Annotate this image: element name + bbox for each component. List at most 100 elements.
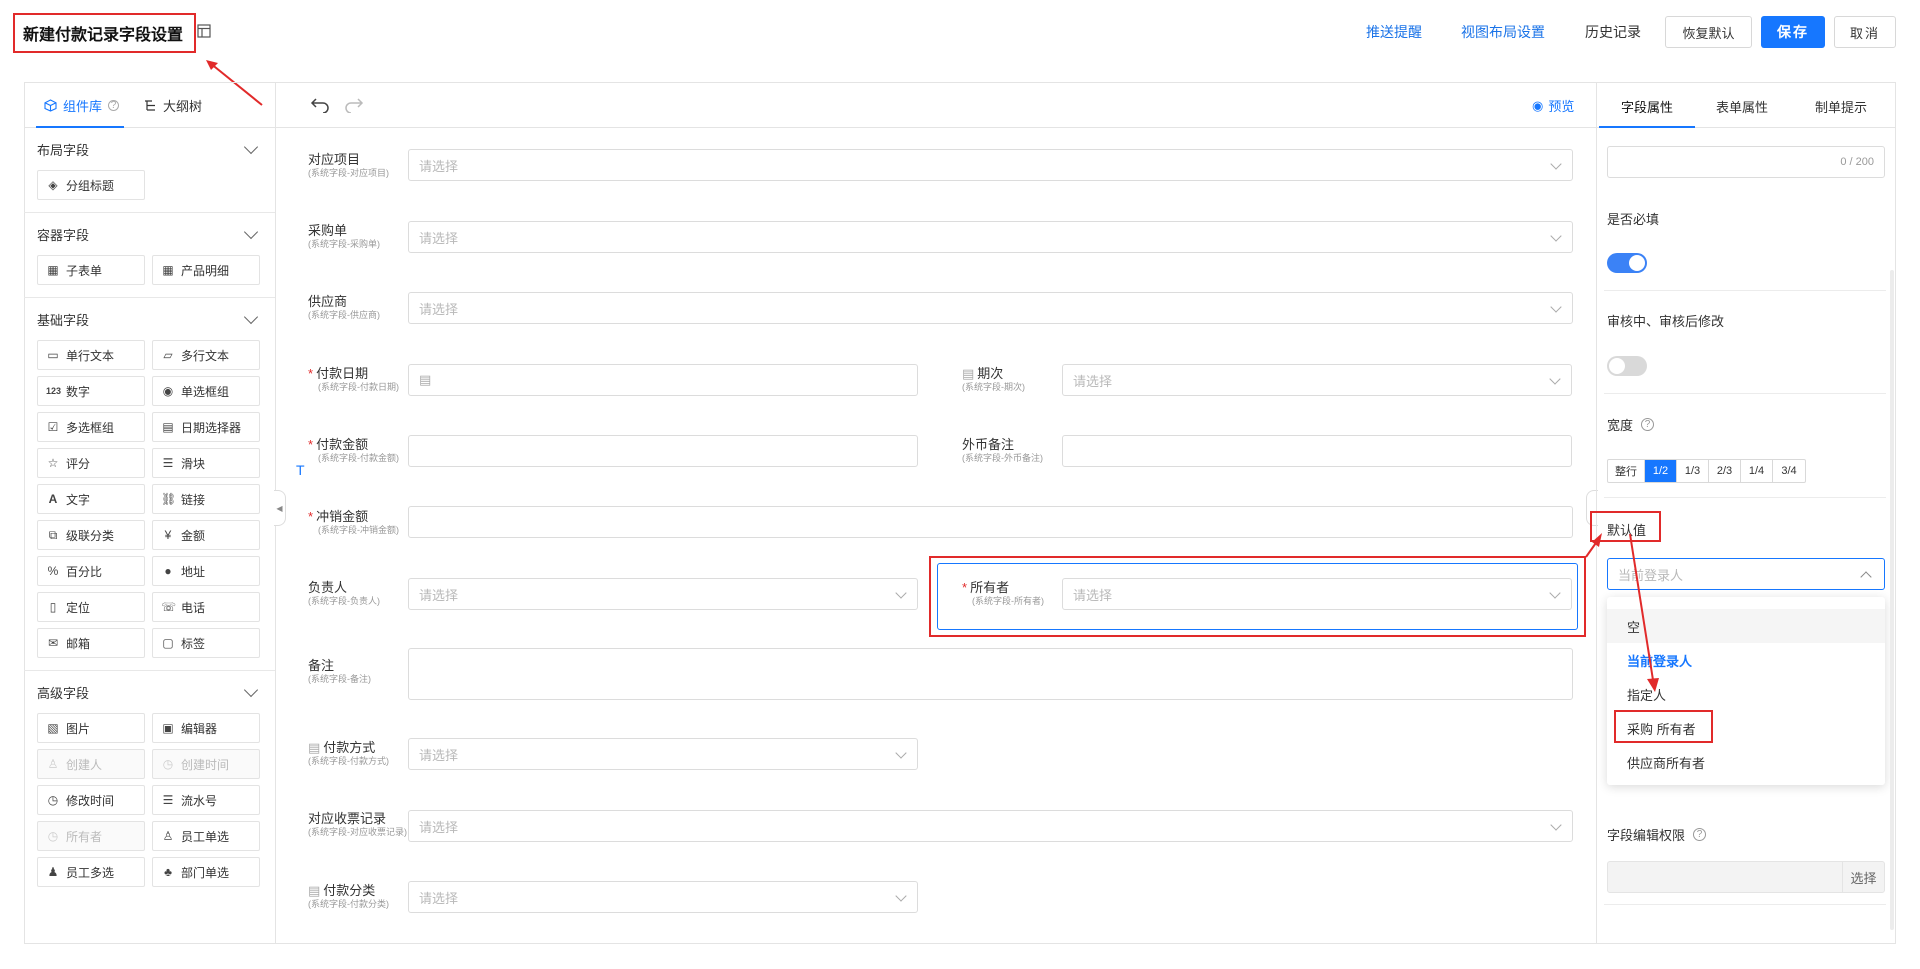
supplier-select[interactable]: 请选择 bbox=[408, 292, 1573, 324]
component-group-title[interactable]: ◈ 分组标题 bbox=[37, 170, 145, 200]
chevron-down-icon bbox=[1549, 373, 1561, 385]
amount-icon: ¥ bbox=[164, 528, 172, 542]
required-toggle[interactable] bbox=[1607, 253, 1647, 273]
field-name-input[interactable]: 0 / 200 bbox=[1607, 146, 1885, 178]
page-title: 新建付款记录字段设置 bbox=[13, 13, 196, 53]
section-header[interactable]: 容器字段 bbox=[37, 213, 262, 255]
payment-method-select[interactable]: 请选择 bbox=[408, 738, 918, 770]
placeholder: 请选择 bbox=[419, 301, 459, 317]
section-title: 布局字段 bbox=[37, 142, 90, 158]
placeholder: 请选择 bbox=[419, 158, 459, 174]
redo-icon[interactable] bbox=[344, 97, 364, 113]
collapse-left-handle[interactable]: ◀ bbox=[274, 490, 286, 526]
history-link[interactable]: 历史记录 bbox=[1585, 16, 1641, 48]
component-phone[interactable]: ☏ 电话 bbox=[152, 592, 260, 622]
remarks-textarea[interactable] bbox=[408, 648, 1573, 700]
component-image[interactable]: ▧ 图片 bbox=[37, 713, 145, 743]
component-date-picker[interactable]: ▤ 日期选择器 bbox=[152, 412, 260, 442]
component-position[interactable]: ▯ 定位 bbox=[37, 592, 145, 622]
width-option-two-thirds[interactable]: 2/3 bbox=[1709, 460, 1741, 482]
cancel-button[interactable]: 取消 bbox=[1834, 16, 1896, 48]
edit-permission-input[interactable]: 选择 bbox=[1607, 861, 1885, 893]
preview-button[interactable]: ◉ 预览 bbox=[1532, 96, 1574, 115]
component-label: 地址 bbox=[181, 564, 206, 579]
component-radio-group[interactable]: ◉ 单选框组 bbox=[152, 376, 260, 406]
payment-amount-input[interactable] bbox=[408, 435, 918, 467]
component-multi-line[interactable]: ▱ 多行文本 bbox=[152, 340, 260, 370]
editor-icon: ▣ bbox=[162, 721, 174, 735]
divider bbox=[1604, 904, 1886, 905]
user-icon: ♙ bbox=[47, 757, 59, 771]
component-address[interactable]: ● 地址 bbox=[152, 556, 260, 586]
tab-field-properties[interactable]: 字段属性 bbox=[1621, 97, 1673, 116]
default-value-label: 默认值 bbox=[1607, 523, 1647, 538]
required-label: 是否必填 bbox=[1607, 212, 1660, 227]
component-text[interactable]: A 文字 bbox=[37, 484, 145, 514]
installment-select[interactable]: 请选择 bbox=[1062, 364, 1572, 396]
component-label: 邮箱 bbox=[66, 636, 91, 651]
component-product-detail[interactable]: ▦ 产品明细 bbox=[152, 255, 260, 285]
push-reminder-link[interactable]: 推送提醒 bbox=[1366, 16, 1422, 48]
undo-icon[interactable] bbox=[310, 97, 330, 113]
users-icon: ♟ bbox=[47, 865, 59, 879]
purchase-order-select[interactable]: 请选择 bbox=[408, 221, 1573, 253]
edit-after-review-toggle[interactable] bbox=[1607, 356, 1647, 376]
width-selector: 整行 1/2 1/3 2/3 1/4 3/4 bbox=[1607, 459, 1806, 483]
option-empty[interactable]: 空 bbox=[1607, 609, 1885, 643]
owner-select[interactable]: 请选择 bbox=[1062, 578, 1572, 610]
tab-form-properties[interactable]: 表单属性 bbox=[1716, 97, 1768, 116]
layout-icon[interactable] bbox=[197, 24, 211, 38]
project-select[interactable]: 请选择 bbox=[408, 149, 1573, 181]
tab-outline[interactable]: 大纲树 bbox=[144, 96, 202, 115]
component-number[interactable]: 123 数字 bbox=[37, 376, 145, 406]
component-link[interactable]: ⛓ 链接 bbox=[152, 484, 260, 514]
component-modify-time[interactable]: ◷ 修改时间 bbox=[37, 785, 145, 815]
foreign-currency-note-input[interactable] bbox=[1062, 435, 1572, 467]
component-serial-number[interactable]: ☰ 流水号 bbox=[152, 785, 260, 815]
write-off-amount-input[interactable] bbox=[408, 506, 1573, 538]
person-in-charge-select[interactable]: 请选择 bbox=[408, 578, 918, 610]
width-option-third[interactable]: 1/3 bbox=[1677, 460, 1709, 482]
width-option-half[interactable]: 1/2 bbox=[1645, 460, 1677, 482]
tab-form-tips[interactable]: 制单提示 bbox=[1815, 97, 1867, 116]
option-specified-person[interactable]: 指定人 bbox=[1607, 677, 1885, 711]
payment-category-select[interactable]: 请选择 bbox=[408, 881, 918, 913]
component-tag[interactable]: ▢ 标签 bbox=[152, 628, 260, 658]
component-employee-multi[interactable]: ♟ 员工多选 bbox=[37, 857, 145, 887]
width-option-quarter[interactable]: 1/4 bbox=[1741, 460, 1773, 482]
component-single-line[interactable]: ▭ 单行文本 bbox=[37, 340, 145, 370]
component-cascade[interactable]: ⧉ 级联分类 bbox=[37, 520, 145, 550]
component-department-single[interactable]: ♣ 部门单选 bbox=[152, 857, 260, 887]
view-layout-link[interactable]: 视图布局设置 bbox=[1461, 16, 1545, 48]
option-supplier-owner[interactable]: 供应商所有者 bbox=[1607, 745, 1885, 779]
width-label: 宽度? bbox=[1607, 415, 1655, 434]
invoice-record-select[interactable]: 请选择 bbox=[408, 810, 1573, 842]
width-option-three-quarters[interactable]: 3/4 bbox=[1773, 460, 1805, 482]
scrollbar[interactable] bbox=[1890, 270, 1894, 930]
location-pin-icon: ● bbox=[164, 564, 172, 578]
component-slider[interactable]: ☰ 滑块 bbox=[152, 448, 260, 478]
section-header[interactable]: 布局字段 bbox=[37, 128, 262, 170]
component-email[interactable]: ✉ 邮箱 bbox=[37, 628, 145, 658]
component-creator: ♙ 创建人 bbox=[37, 749, 145, 779]
component-amount[interactable]: ¥ 金额 bbox=[152, 520, 260, 550]
restore-default-button[interactable]: 恢复默认 bbox=[1665, 16, 1752, 48]
component-subform[interactable]: ▦ 子表单 bbox=[37, 255, 145, 285]
save-button[interactable]: 保存 bbox=[1761, 16, 1825, 48]
default-value-select[interactable]: 当前登录人 bbox=[1607, 558, 1885, 590]
section-header[interactable]: 高级字段 bbox=[37, 671, 262, 713]
payment-date-picker[interactable]: ▤ bbox=[408, 364, 918, 396]
component-employee-single[interactable]: ♙ 员工单选 bbox=[152, 821, 260, 851]
component-checkbox-group[interactable]: ☑ 多选框组 bbox=[37, 412, 145, 442]
component-label: 滑块 bbox=[181, 456, 206, 471]
section-header[interactable]: 基础字段 bbox=[37, 298, 262, 340]
width-option-full[interactable]: 整行 bbox=[1608, 460, 1645, 482]
tab-components[interactable]: 组件库 ? bbox=[44, 96, 120, 115]
component-percent[interactable]: % 百分比 bbox=[37, 556, 145, 586]
component-editor[interactable]: ▣ 编辑器 bbox=[152, 713, 260, 743]
option-current-user[interactable]: 当前登录人 bbox=[1607, 643, 1885, 677]
component-rating[interactable]: ☆ 评分 bbox=[37, 448, 145, 478]
component-create-time: ◷ 创建时间 bbox=[152, 749, 260, 779]
tab-components-label: 组件库 bbox=[63, 99, 103, 114]
select-permission-button[interactable]: 选择 bbox=[1842, 862, 1884, 892]
